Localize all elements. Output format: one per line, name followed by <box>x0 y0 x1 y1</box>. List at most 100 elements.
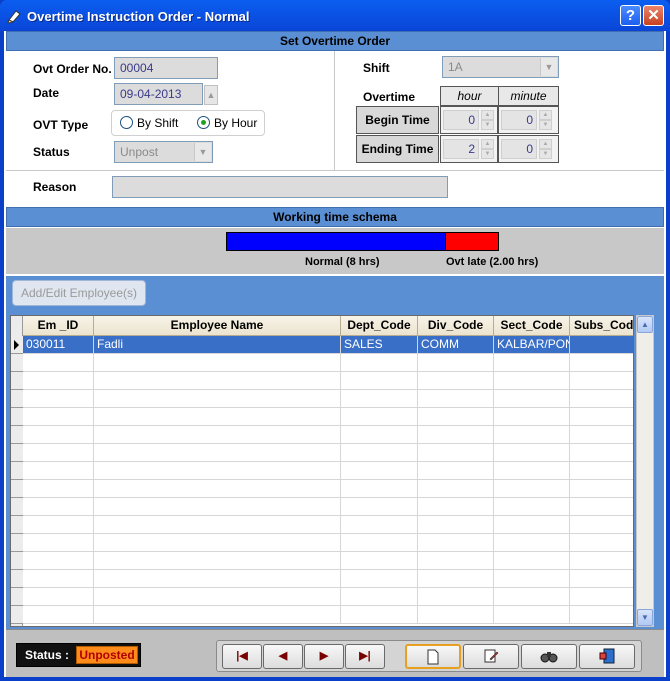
table-cell[interactable] <box>341 588 418 606</box>
row-indicator[interactable] <box>11 372 23 390</box>
table-cell[interactable] <box>570 426 633 444</box>
table-cell[interactable] <box>94 462 341 480</box>
next-record-button[interactable]: ▶ <box>304 644 344 669</box>
table-row[interactable] <box>11 534 633 552</box>
table-cell[interactable] <box>94 570 341 588</box>
table-cell[interactable] <box>23 480 94 498</box>
ending-minute-value[interactable]: 0 <box>501 139 537 159</box>
spin-up-icon[interactable]: ▲ <box>539 139 552 149</box>
table-cell[interactable] <box>570 408 633 426</box>
row-indicator[interactable] <box>11 444 23 462</box>
table-cell[interactable] <box>494 552 570 570</box>
table-cell[interactable] <box>570 390 633 408</box>
table-cell[interactable] <box>418 570 494 588</box>
begin-minute-value[interactable]: 0 <box>501 110 537 130</box>
table-cell[interactable]: SALES <box>341 336 418 354</box>
table-cell[interactable] <box>570 354 633 372</box>
column-header[interactable]: Sect_Code <box>494 316 570 336</box>
table-cell[interactable]: COMM <box>418 336 494 354</box>
column-header[interactable]: Div_Code <box>418 316 494 336</box>
table-cell[interactable] <box>494 606 570 624</box>
table-cell[interactable] <box>23 606 94 624</box>
table-cell[interactable] <box>341 444 418 462</box>
table-cell[interactable] <box>494 426 570 444</box>
table-cell[interactable] <box>341 372 418 390</box>
table-row[interactable] <box>11 444 633 462</box>
table-cell[interactable] <box>418 588 494 606</box>
table-cell[interactable] <box>418 480 494 498</box>
begin-hour-value[interactable]: 0 <box>443 110 479 130</box>
table-cell[interactable] <box>570 570 633 588</box>
row-indicator[interactable] <box>11 390 23 408</box>
table-cell[interactable] <box>418 444 494 462</box>
table-row[interactable] <box>11 462 633 480</box>
table-cell[interactable] <box>94 498 341 516</box>
table-cell[interactable] <box>341 534 418 552</box>
table-cell[interactable] <box>494 390 570 408</box>
table-cell[interactable] <box>494 354 570 372</box>
spin-down-icon[interactable]: ▼ <box>539 120 552 130</box>
row-indicator[interactable] <box>11 498 23 516</box>
table-row[interactable] <box>11 408 633 426</box>
table-cell[interactable] <box>494 480 570 498</box>
table-cell[interactable] <box>23 390 94 408</box>
table-cell[interactable] <box>570 534 633 552</box>
row-indicator[interactable] <box>11 462 23 480</box>
reason-field[interactable] <box>112 176 448 198</box>
table-cell[interactable] <box>418 390 494 408</box>
table-cell[interactable] <box>418 498 494 516</box>
table-cell[interactable] <box>94 516 341 534</box>
table-cell[interactable] <box>341 480 418 498</box>
row-indicator[interactable] <box>11 426 23 444</box>
table-cell[interactable] <box>570 552 633 570</box>
table-cell[interactable] <box>23 570 94 588</box>
row-indicator[interactable] <box>11 534 23 552</box>
row-indicator[interactable] <box>11 552 23 570</box>
column-header[interactable]: Dept_Code <box>341 316 418 336</box>
table-cell[interactable] <box>94 552 341 570</box>
table-cell[interactable] <box>94 606 341 624</box>
table-cell[interactable] <box>23 444 94 462</box>
table-cell[interactable] <box>341 570 418 588</box>
table-row[interactable] <box>11 516 633 534</box>
table-cell[interactable] <box>94 480 341 498</box>
table-cell[interactable] <box>570 462 633 480</box>
row-indicator[interactable] <box>11 336 23 354</box>
last-record-button[interactable]: ▶| <box>345 644 385 669</box>
table-cell[interactable] <box>570 588 633 606</box>
table-cell[interactable] <box>94 426 341 444</box>
by-hour-label[interactable]: By Hour <box>214 116 257 130</box>
table-cell[interactable] <box>23 588 94 606</box>
spin-up-icon[interactable]: ▲ <box>539 110 552 120</box>
table-cell[interactable] <box>23 372 94 390</box>
table-cell[interactable] <box>418 462 494 480</box>
table-cell[interactable]: Fadli <box>94 336 341 354</box>
table-cell[interactable] <box>94 354 341 372</box>
table-cell[interactable] <box>494 462 570 480</box>
table-cell[interactable] <box>23 498 94 516</box>
find-button[interactable] <box>521 644 577 669</box>
table-row[interactable] <box>11 354 633 372</box>
by-shift-radio[interactable] <box>120 116 133 129</box>
table-cell[interactable] <box>23 462 94 480</box>
row-indicator[interactable] <box>11 588 23 606</box>
table-row[interactable] <box>11 480 633 498</box>
add-edit-employee-button[interactable]: Add/Edit Employee(s) <box>12 280 146 306</box>
ending-minute-spinner[interactable]: 0 ▲ ▼ <box>498 135 559 163</box>
table-cell[interactable] <box>23 534 94 552</box>
table-cell[interactable] <box>341 354 418 372</box>
table-cell[interactable] <box>94 372 341 390</box>
spin-up-icon[interactable]: ▲ <box>481 110 494 120</box>
edit-button[interactable] <box>463 644 519 669</box>
column-header[interactable]: Em _ID <box>23 316 94 336</box>
table-cell[interactable] <box>418 516 494 534</box>
table-cell[interactable] <box>94 408 341 426</box>
table-cell[interactable] <box>494 516 570 534</box>
column-header[interactable]: Subs_Code <box>570 316 633 336</box>
table-cell[interactable] <box>341 390 418 408</box>
table-row[interactable] <box>11 552 633 570</box>
date-field[interactable]: 09-04-2013 <box>114 83 203 105</box>
chevron-down-icon[interactable]: ▼ <box>540 58 557 76</box>
status-combo[interactable]: Unpost ▼ <box>114 141 213 163</box>
exit-button[interactable] <box>579 644 635 669</box>
